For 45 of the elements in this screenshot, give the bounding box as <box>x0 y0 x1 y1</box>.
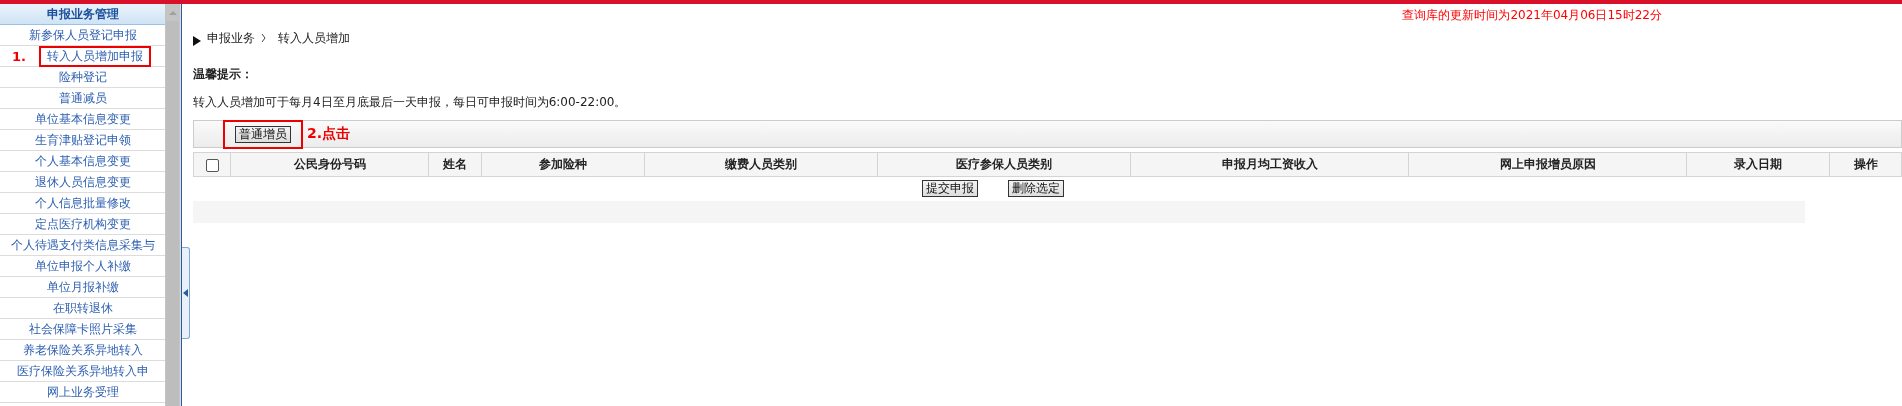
step-label: 2.点击 <box>307 125 351 143</box>
delete-button[interactable]: 删除选定 <box>1007 180 1064 197</box>
sidebar-item[interactable]: 险种登记 <box>54 69 111 85</box>
collapse-handle[interactable] <box>182 247 190 339</box>
sidebar-item[interactable]: 社会保障卡照片采集 <box>24 321 141 337</box>
sidebar-item[interactable]: 在职转退休 <box>48 300 117 316</box>
sidebar-item[interactable]: 新参保人员登记申报 <box>24 27 141 43</box>
breadcrumb-item[interactable]: 申报业务 <box>207 29 255 47</box>
collapse-icon[interactable] <box>183 289 188 297</box>
scrollbar-thumb[interactable] <box>166 21 179 406</box>
sidebar-item[interactable]: 养老保险关系异地转入 <box>18 342 147 358</box>
sidebar-item[interactable]: 单位申报个人补缴 <box>30 258 135 274</box>
triangle-icon <box>193 35 201 46</box>
sidebar-item[interactable]: 生育津贴登记申领 <box>30 132 135 148</box>
column-header: 申报月均工资收入 <box>1221 157 1318 171</box>
sidebar-item[interactable]: 网上业务受理 <box>42 384 123 400</box>
sidebar-item[interactable]: 定点医疗机构变更 <box>30 216 135 232</box>
step-label: 1. <box>12 48 26 64</box>
column-header: 操作 <box>1853 157 1878 171</box>
scrollbar[interactable] <box>165 4 180 406</box>
sidebar-item[interactable]: 个人基本信息变更 <box>30 153 135 169</box>
sidebar-item[interactable]: 个人待遇支付类信息采集与 <box>6 237 159 253</box>
column-header: 缴费人员类别 <box>725 157 797 171</box>
sidebar-item[interactable]: 单位月报补缴 <box>42 279 123 295</box>
tip-title: 温馨提示： <box>193 66 254 83</box>
column-header: 参加险种 <box>539 157 587 171</box>
column-header: 姓名 <box>443 157 467 171</box>
update-notice: 查询库的更新时间为2021年04月06日15时22分 <box>1402 7 1662 24</box>
submit-button[interactable]: 提交申报 <box>921 180 978 197</box>
column-header: 网上申报增员原因 <box>1499 157 1596 171</box>
breadcrumb-item: 转入人员增加 <box>278 29 350 47</box>
sidebar-item[interactable]: 退休人员信息变更 <box>30 174 135 190</box>
sidebar-item[interactable]: 个人信息批量修改 <box>30 195 135 211</box>
tip-text: 转入人员增加可于每月4日至月底最后一天申报，每日可申报时间为6:00-22:00。 <box>193 94 628 111</box>
chevron-icon <box>261 33 266 43</box>
column-header: 公民身份号码 <box>293 157 366 171</box>
sidebar-item[interactable]: 医疗保险关系异地转入申 <box>12 363 153 379</box>
sidebar-title: 申报业务管理 <box>0 4 165 25</box>
select-all-checkbox[interactable] <box>205 158 219 172</box>
column-header: 医疗参保人员类别 <box>956 157 1052 171</box>
column-header: 录入日期 <box>1734 157 1782 171</box>
add-member-button[interactable]: 普通增员 <box>235 125 291 143</box>
sidebar-item[interactable]: 普通减员 <box>54 90 111 106</box>
sidebar-item[interactable]: 单位基本信息变更 <box>30 111 135 127</box>
sidebar-item[interactable]: 转入人员增加申报 <box>38 45 151 67</box>
